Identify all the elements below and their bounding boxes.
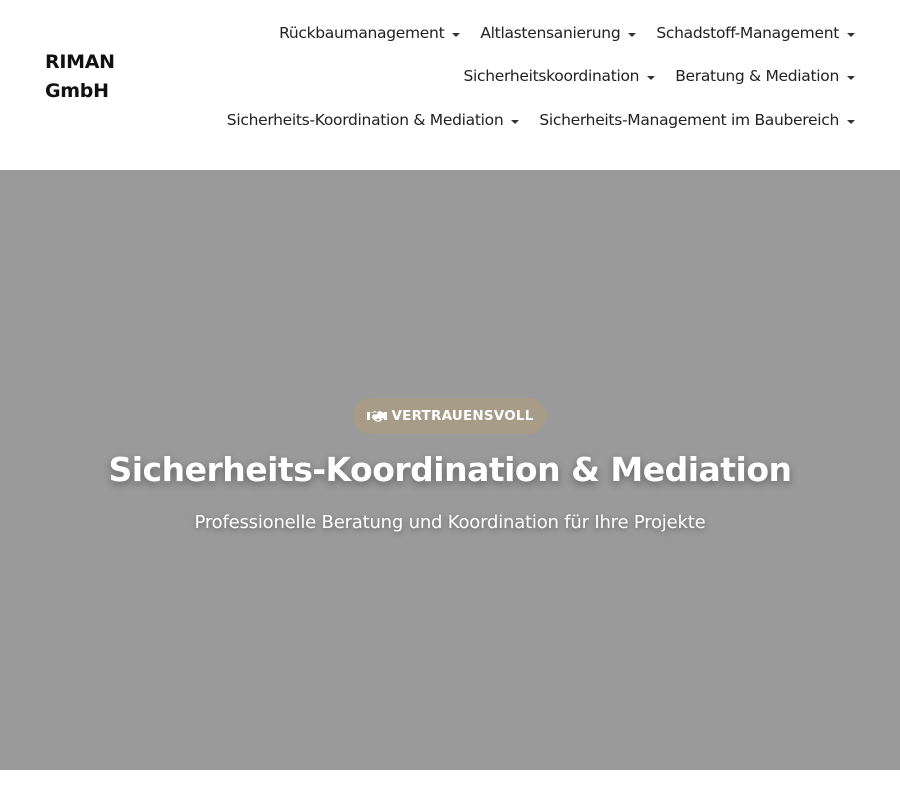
caret-down-icon <box>847 75 855 80</box>
handshake-icon <box>366 411 387 422</box>
nav-row-2: Sicherheitskoordination Beratung & Media… <box>464 64 855 88</box>
nav-item-schadstoff-management[interactable]: Schadstoff-Management <box>656 21 855 45</box>
hero-badge-label: VERTRAUENSVOLL <box>391 408 534 424</box>
caret-down-icon <box>847 119 855 124</box>
caret-down-icon <box>452 32 461 37</box>
nav-item-sicherheitskoordination[interactable]: Sicherheitskoordination <box>464 64 656 88</box>
nav-item-label: Sicherheits-Koordination & Mediation <box>226 111 504 129</box>
logo-line-1: RIMAN <box>45 51 115 73</box>
nav-item-rueckbaumanagement[interactable]: Rückbaumanagement <box>279 21 461 45</box>
caret-down-icon <box>847 32 855 37</box>
nav-item-label: Altlastensanierung <box>480 24 621 42</box>
nav-item-beratung-mediation[interactable]: Beratung & Mediation <box>675 64 855 88</box>
caret-down-icon <box>628 32 637 37</box>
caret-down-icon <box>647 75 656 80</box>
nav-item-sicherheits-management-baubereich[interactable]: Sicherheits-Management im Baubereich <box>539 108 855 132</box>
hero-badge: VERTRAUENSVOLL <box>353 398 547 434</box>
nav-item-label: Beratung & Mediation <box>675 67 839 85</box>
site-logo[interactable]: RIMAN GmbH <box>45 48 145 106</box>
hero-section: VERTRAUENSVOLL Sicherheits-Koordination … <box>0 170 900 770</box>
hero-title: Sicherheits-Koordination & Mediation <box>108 450 792 489</box>
nav-row-1: Rückbaumanagement Altlastensanierung Sch… <box>279 21 855 45</box>
caret-down-icon <box>511 119 520 124</box>
nav-item-label: Rückbaumanagement <box>279 24 445 42</box>
nav-item-label: Sicherheits-Management im Baubereich <box>539 111 839 129</box>
site-header: RIMAN GmbH Rückbaumanagement Altlastensa… <box>0 0 900 170</box>
nav-item-label: Schadstoff-Management <box>656 24 839 42</box>
nav-item-sicherheits-koordination-mediation[interactable]: Sicherheits-Koordination & Mediation <box>227 108 520 132</box>
nav-row-3: Sicherheits-Koordination & Mediation Sic… <box>227 108 855 132</box>
nav-item-label: Sicherheitskoordination <box>463 67 640 85</box>
hero-subtitle: Professionelle Beratung und Koordination… <box>194 512 706 533</box>
nav-item-altlastensanierung[interactable]: Altlastensanierung <box>480 21 637 45</box>
logo-line-2: GmbH <box>45 80 109 102</box>
